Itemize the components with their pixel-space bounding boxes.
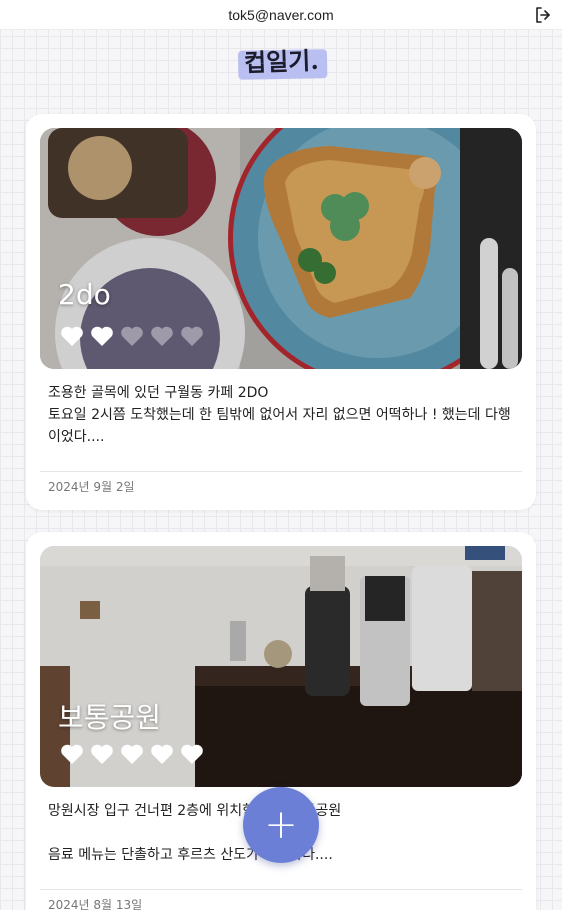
heart-filled-icon bbox=[181, 744, 203, 764]
heart-filled-icon bbox=[121, 744, 143, 764]
heart-empty-icon bbox=[121, 326, 143, 346]
entry-title: 보통공원 bbox=[58, 701, 162, 734]
heart-empty-icon bbox=[151, 326, 173, 346]
entry-date: 2024년 9월 2일 bbox=[48, 480, 135, 494]
heart-filled-icon bbox=[91, 326, 113, 346]
divider bbox=[40, 471, 522, 472]
heart-filled-icon bbox=[151, 744, 173, 764]
diary-card[interactable]: 2do 조용한 골목에 있던 구월동 카페 2DO 토요일 2시쯤 도착했는데 … bbox=[26, 114, 536, 510]
divider bbox=[40, 889, 522, 890]
heart-filled-icon bbox=[61, 744, 83, 764]
top-bar: tok5@naver.com bbox=[0, 0, 562, 30]
logout-icon[interactable] bbox=[534, 6, 552, 24]
heart-filled-icon bbox=[91, 744, 113, 764]
plus-icon: + bbox=[264, 802, 298, 848]
cafe-photo: 2do bbox=[40, 128, 522, 369]
rating-hearts bbox=[60, 325, 204, 347]
user-email: tok5@naver.com bbox=[228, 6, 334, 23]
brand-logo[interactable]: 컵일기. bbox=[0, 40, 562, 79]
entry-date: 2024년 8월 13일 bbox=[48, 898, 143, 910]
add-entry-button[interactable]: + bbox=[243, 787, 319, 863]
cafe-photo: 보통공원 bbox=[40, 546, 522, 787]
entry-description: 조용한 골목에 있던 구월동 카페 2DO 토요일 2시쯤 도착했는데 한 팀밖… bbox=[48, 385, 511, 445]
heart-empty-icon bbox=[181, 326, 203, 346]
rating-hearts bbox=[60, 743, 204, 765]
entry-title: 2do bbox=[58, 278, 111, 311]
heart-filled-icon bbox=[61, 326, 83, 346]
logo-text: 컵일기. bbox=[237, 39, 325, 81]
